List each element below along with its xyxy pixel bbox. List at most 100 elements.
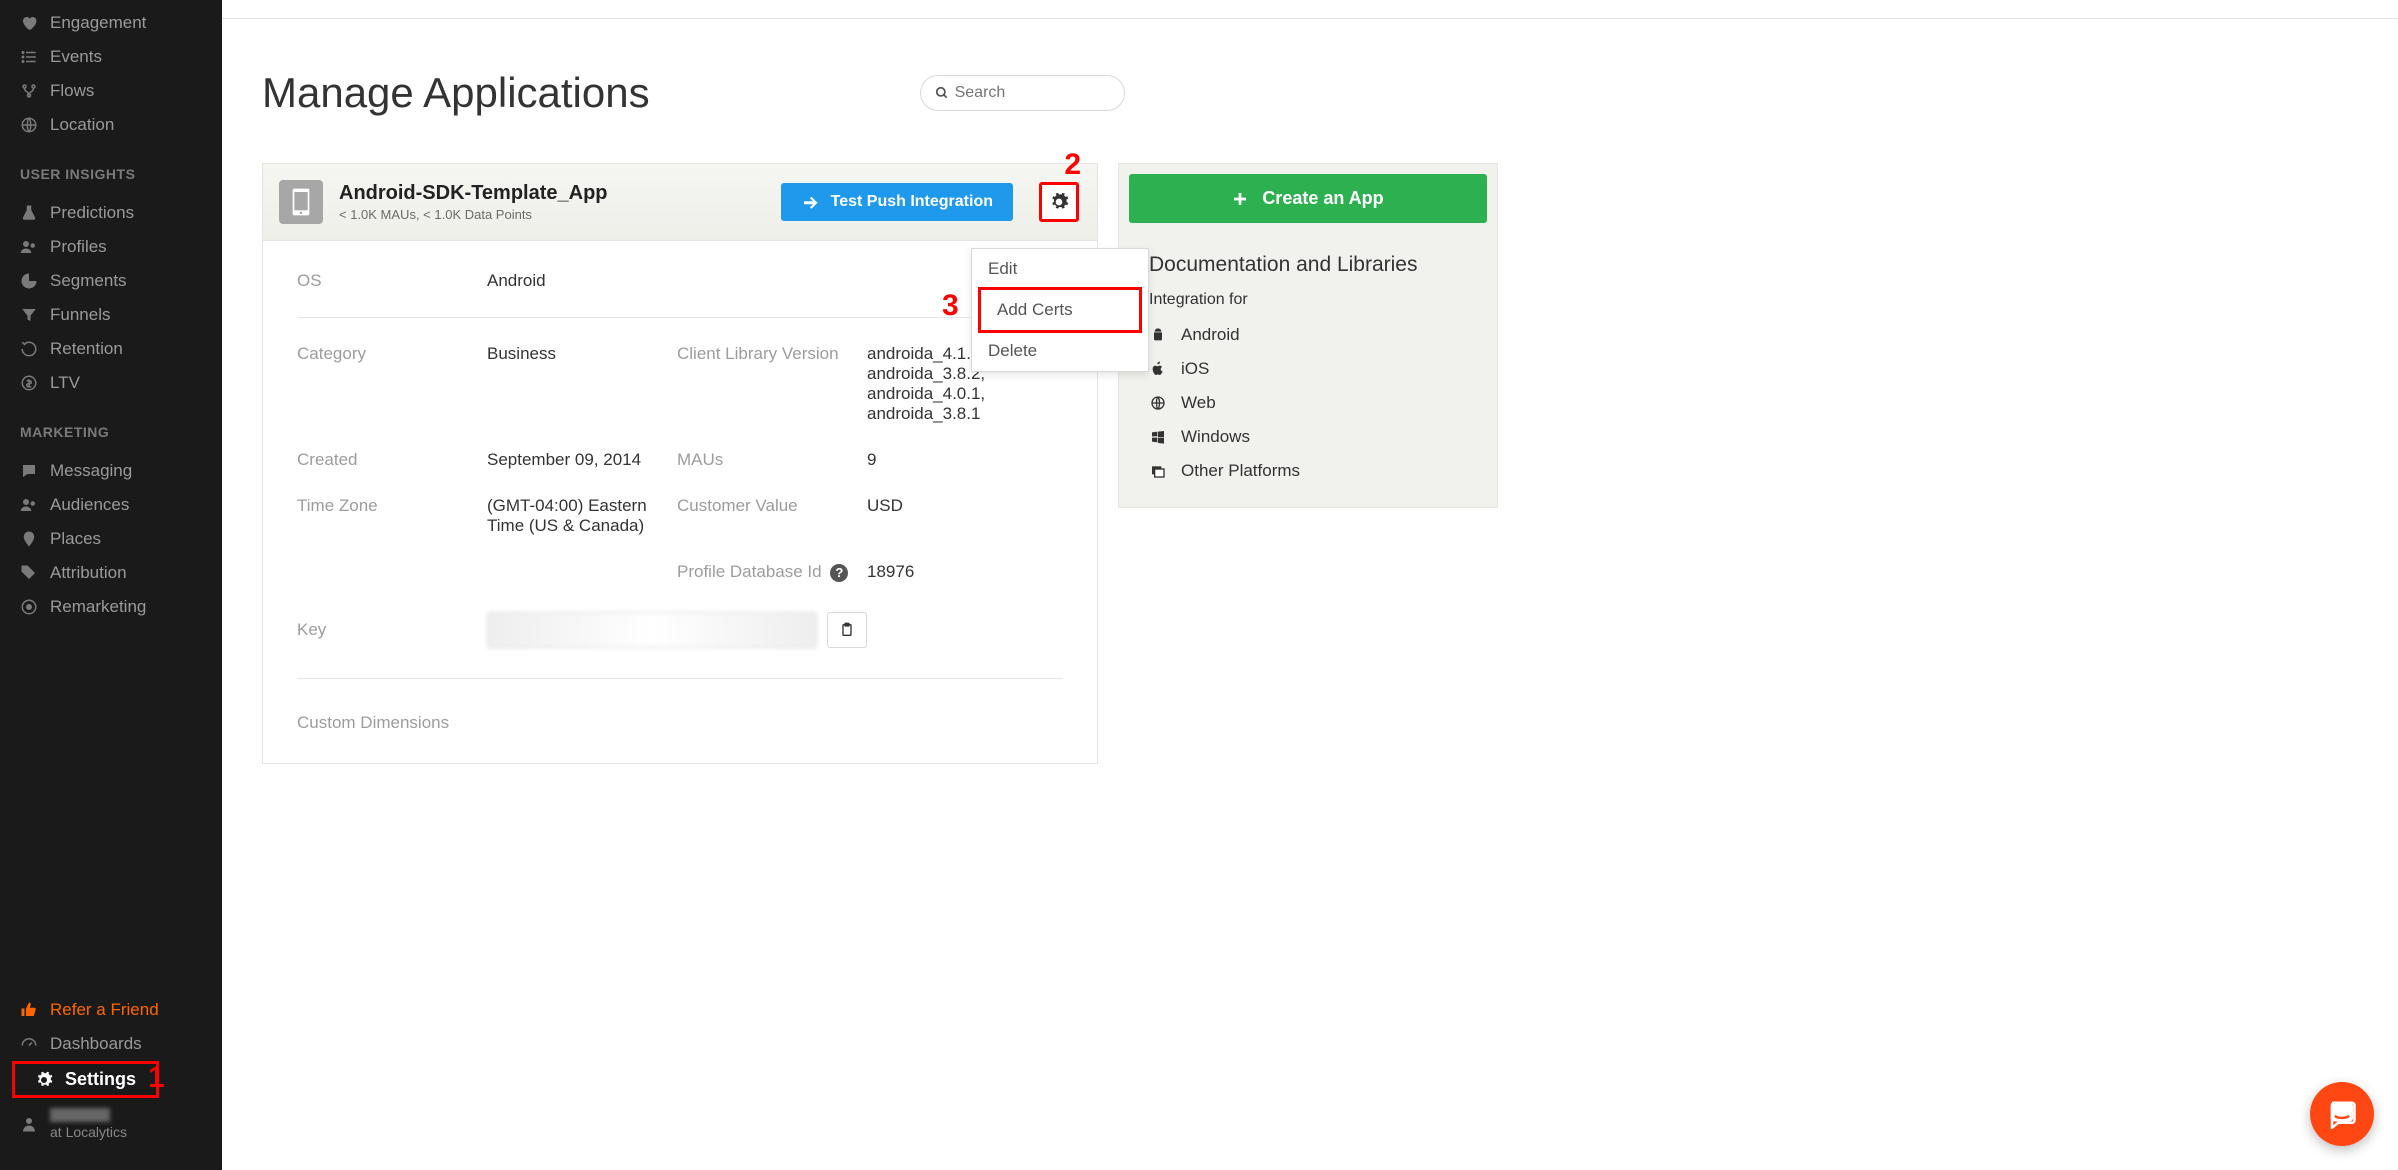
search-icon xyxy=(935,86,949,100)
user-name-redacted xyxy=(50,1108,110,1122)
test-push-integration-button[interactable]: Test Push Integration xyxy=(781,183,1013,221)
value-category: Business xyxy=(487,344,677,364)
page-title: Manage Applications xyxy=(262,69,650,117)
sidebar-item-label: LTV xyxy=(50,373,80,393)
sidebar-item-label: Dashboards xyxy=(50,1034,142,1054)
sidebar-group-user-insights: USER INSIGHTS xyxy=(0,148,222,190)
sidebar-item-label: Location xyxy=(50,115,114,135)
flask-icon xyxy=(20,204,38,222)
users-icon xyxy=(20,238,38,256)
annotation-marker-3: 3 xyxy=(942,289,959,323)
value-profile-db: 18976 xyxy=(867,562,1057,582)
sidebar-user-info[interactable]: at Localytics xyxy=(0,1098,222,1150)
sidebar-item-predictions[interactable]: Predictions xyxy=(0,196,222,230)
docs-subheading: Integration for xyxy=(1149,291,1467,309)
docs-heading: Documentation and Libraries xyxy=(1149,253,1467,277)
search-input[interactable] xyxy=(955,84,1110,102)
target-icon xyxy=(20,598,38,616)
app-settings-gear-button[interactable] xyxy=(1039,182,1079,222)
label-key: Key xyxy=(297,620,487,640)
sidebar-item-label: Engagement xyxy=(50,13,146,33)
help-icon[interactable]: ? xyxy=(830,564,848,582)
sidebar-item-label: Remarketing xyxy=(50,597,146,617)
button-label: Create an App xyxy=(1262,188,1383,209)
sidebar-item-profiles[interactable]: Profiles xyxy=(0,230,222,264)
create-app-button[interactable]: Create an App xyxy=(1129,174,1487,223)
sidebar-item-retention[interactable]: Retention xyxy=(0,332,222,366)
gear-icon xyxy=(35,1071,53,1089)
apple-icon xyxy=(1149,360,1167,378)
pin-icon xyxy=(20,530,38,548)
sidebar-item-places[interactable]: Places xyxy=(0,522,222,556)
gauge-icon xyxy=(20,1035,38,1053)
annotation-marker-1: 1 xyxy=(148,1061,165,1095)
branch-icon xyxy=(20,82,38,100)
sidebar-item-ltv[interactable]: LTV xyxy=(0,366,222,400)
button-label: Test Push Integration xyxy=(831,193,993,211)
dropdown-item-add-certs[interactable]: Add Certs xyxy=(978,287,1142,333)
thumbs-up-icon xyxy=(20,1001,38,1019)
sidebar-item-messaging[interactable]: Messaging xyxy=(0,454,222,488)
sidebar-item-label: Attribution xyxy=(50,563,127,583)
label-client-lib: Client Library Version xyxy=(677,344,867,364)
label-maus: MAUs xyxy=(677,450,867,470)
label-custom-dimensions: Custom Dimensions xyxy=(297,705,1063,733)
plus-icon xyxy=(1232,191,1248,207)
sidebar-item-label: Flows xyxy=(50,81,94,101)
sidebar-item-engagement[interactable]: Engagement xyxy=(0,6,222,40)
platform-link-web[interactable]: Web xyxy=(1149,393,1467,413)
value-maus: 9 xyxy=(867,450,1057,470)
sidebar-item-location[interactable]: Location xyxy=(0,108,222,142)
user-org: at Localytics xyxy=(50,1124,127,1140)
sidebar-item-label: Refer a Friend xyxy=(50,1000,159,1020)
annotation-marker-2: 2 xyxy=(1064,148,1081,182)
app-subtitle: < 1.0K MAUs, < 1.0K Data Points xyxy=(339,207,608,222)
value-created: September 09, 2014 xyxy=(487,450,677,470)
sidebar-item-label: Audiences xyxy=(50,495,129,515)
chat-support-button[interactable] xyxy=(2310,1082,2374,1146)
list-icon xyxy=(20,48,38,66)
sidebar-item-attribution[interactable]: Attribution xyxy=(0,556,222,590)
pie-icon xyxy=(20,272,38,290)
search-field[interactable] xyxy=(920,75,1125,111)
sidebar-item-label: Events xyxy=(50,47,102,67)
copy-key-button[interactable] xyxy=(827,612,867,648)
dropdown-item-delete[interactable]: Delete xyxy=(972,331,1148,371)
app-platform-icon xyxy=(279,180,323,224)
ltv-icon xyxy=(20,374,38,392)
clipboard-icon xyxy=(839,621,855,639)
sidebar-item-settings[interactable]: Settings xyxy=(12,1061,159,1098)
arrow-right-icon xyxy=(801,193,819,211)
funnel-icon xyxy=(20,306,38,324)
right-panel: Create an App Documentation and Librarie… xyxy=(1118,163,1498,508)
sidebar-item-segments[interactable]: Segments xyxy=(0,264,222,298)
heart-icon xyxy=(20,14,38,32)
label-category: Category xyxy=(297,344,487,364)
platform-link-windows[interactable]: Windows xyxy=(1149,427,1467,447)
label-profile-db: Profile Database Id ? xyxy=(677,562,867,582)
sidebar-item-remarketing[interactable]: Remarketing xyxy=(0,590,222,624)
sidebar-item-funnels[interactable]: Funnels xyxy=(0,298,222,332)
sidebar-item-events[interactable]: Events xyxy=(0,40,222,74)
app-settings-dropdown: 3 Edit Add Certs Delete xyxy=(971,248,1149,372)
platform-link-ios[interactable]: iOS xyxy=(1149,359,1467,379)
label-created: Created xyxy=(297,450,487,470)
sidebar-item-audiences[interactable]: Audiences xyxy=(0,488,222,522)
sidebar-item-label: Places xyxy=(50,529,101,549)
sidebar-group-marketing: MARKETING xyxy=(0,406,222,448)
chat-icon xyxy=(20,462,38,480)
sidebar-item-dashboards[interactable]: Dashboards xyxy=(0,1027,222,1061)
sidebar-item-refer[interactable]: Refer a Friend xyxy=(0,993,222,1027)
dropdown-item-edit[interactable]: Edit xyxy=(972,249,1148,289)
label-customer-value: Customer Value xyxy=(677,496,867,516)
globe-icon xyxy=(1149,394,1167,412)
platform-link-android[interactable]: Android xyxy=(1149,325,1467,345)
sidebar: Engagement Events Flows Location USER IN… xyxy=(0,0,222,1170)
application-card: Android-SDK-Template_App < 1.0K MAUs, < … xyxy=(262,163,1098,764)
sidebar-item-label: Profiles xyxy=(50,237,107,257)
label-os: OS xyxy=(297,271,487,291)
sidebar-item-flows[interactable]: Flows xyxy=(0,74,222,108)
stack-icon xyxy=(1149,462,1167,480)
platform-link-other[interactable]: Other Platforms xyxy=(1149,461,1467,481)
key-value-redacted xyxy=(487,612,817,648)
